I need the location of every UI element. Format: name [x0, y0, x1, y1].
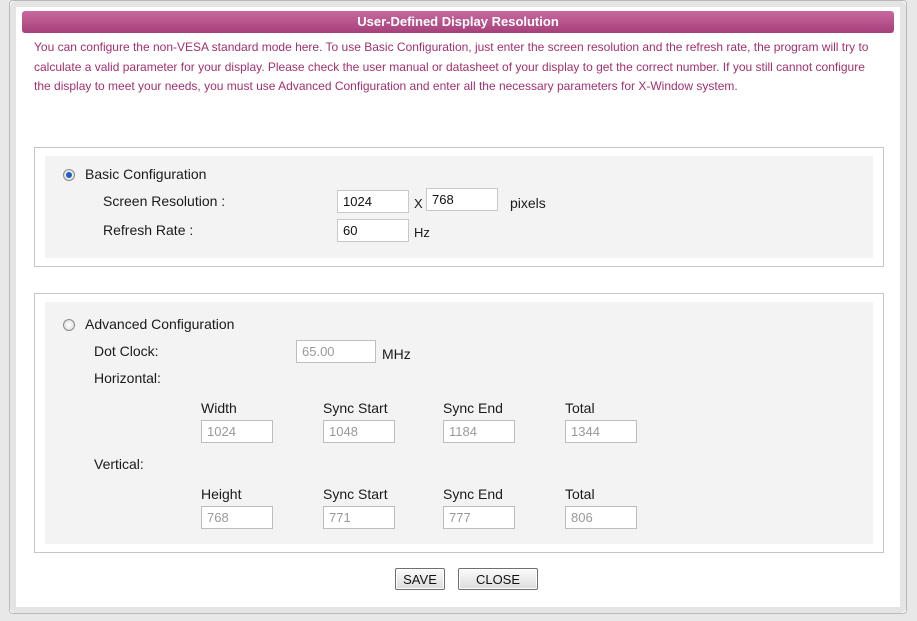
refresh-rate-label: Refresh Rate : [103, 222, 194, 238]
basic-config-panel: Basic Configuration Screen Resolution : … [45, 156, 873, 258]
horizontal-width-input[interactable] [201, 420, 273, 443]
resolution-width-input[interactable] [337, 190, 409, 213]
display-resolution-dialog: User-Defined Display Resolution You can … [9, 0, 907, 614]
resolution-x-separator: X [414, 196, 423, 211]
refresh-rate-input[interactable] [337, 219, 409, 242]
advanced-config-radio[interactable] [63, 319, 75, 331]
vertical-total-header: Total [565, 486, 595, 502]
advanced-config-group: Advanced Configuration Dot Clock: MHz Ho… [34, 293, 884, 553]
mhz-unit-label: MHz [382, 346, 411, 362]
horizontal-label: Horizontal: [94, 370, 161, 386]
vertical-sync-start-input[interactable] [323, 506, 395, 529]
hz-unit-label: Hz [414, 225, 430, 240]
dot-clock-label: Dot Clock: [94, 343, 159, 359]
horizontal-total-input[interactable] [565, 420, 637, 443]
vertical-sync-end-header: Sync End [443, 486, 503, 502]
vertical-height-header: Height [201, 486, 242, 502]
vertical-height-input[interactable] [201, 506, 273, 529]
advanced-config-label[interactable]: Advanced Configuration [85, 316, 234, 332]
save-button[interactable]: SAVE [395, 568, 445, 590]
pixels-unit-label: pixels [510, 195, 546, 211]
screen-resolution-label: Screen Resolution : [103, 193, 226, 209]
close-button[interactable]: CLOSE [458, 568, 538, 590]
resolution-height-input[interactable] [426, 188, 498, 211]
basic-config-radio[interactable] [63, 169, 75, 181]
advanced-config-panel: Advanced Configuration Dot Clock: MHz Ho… [45, 302, 873, 544]
vertical-total-input[interactable] [565, 506, 637, 529]
horizontal-sync-start-input[interactable] [323, 420, 395, 443]
horizontal-width-header: Width [201, 400, 237, 416]
vertical-sync-start-header: Sync Start [323, 486, 388, 502]
basic-config-group: Basic Configuration Screen Resolution : … [34, 147, 884, 267]
dialog-title: User-Defined Display Resolution [22, 11, 894, 33]
vertical-sync-end-input[interactable] [443, 506, 515, 529]
basic-config-label[interactable]: Basic Configuration [85, 166, 206, 182]
horizontal-sync-end-header: Sync End [443, 400, 503, 416]
vertical-label: Vertical: [94, 456, 144, 472]
horizontal-total-header: Total [565, 400, 595, 416]
horizontal-sync-start-header: Sync Start [323, 400, 388, 416]
horizontal-sync-end-input[interactable] [443, 420, 515, 443]
description-text: You can configure the non-VESA standard … [34, 40, 869, 93]
dot-clock-input[interactable] [296, 340, 376, 363]
